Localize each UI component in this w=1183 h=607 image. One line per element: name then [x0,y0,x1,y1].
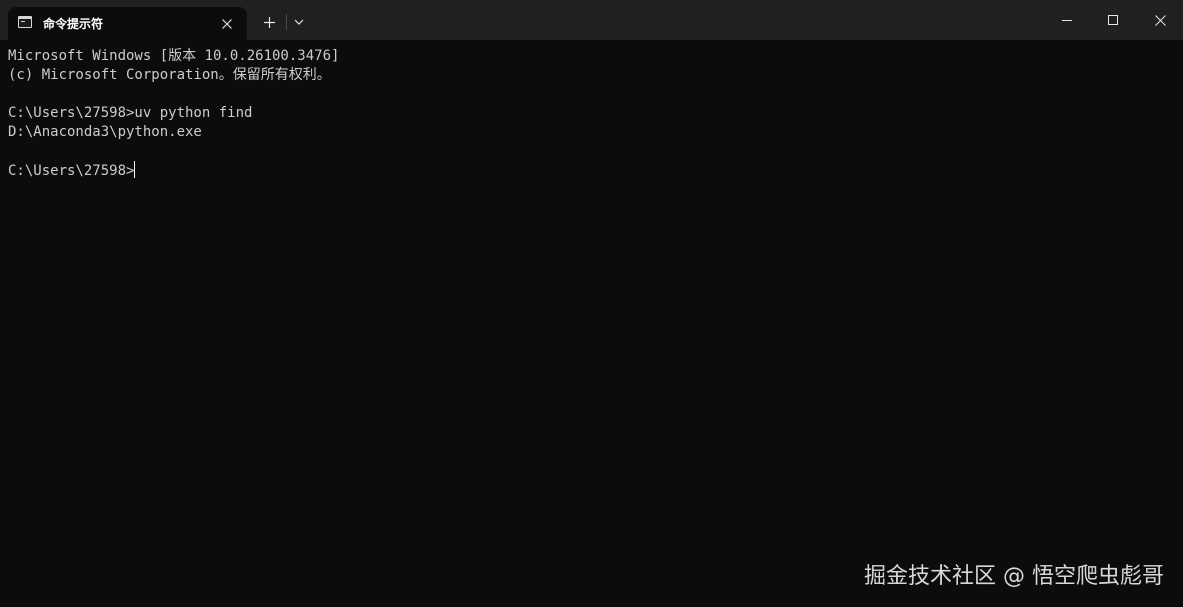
plus-icon [263,17,275,28]
tab-separator [286,14,287,30]
chevron-down-icon [294,19,304,25]
terminal-line: Microsoft Windows [版本 10.0.26100.3476] [8,48,340,64]
window-close-button[interactable] [1137,0,1183,40]
watermark: 掘金技术社区 @ 悟空爬虫彪哥 [864,564,1164,589]
tab-close-button[interactable] [216,13,238,35]
terminal-prompt-line[interactable]: C:\Users\27598> [8,161,1168,180]
new-tab-button[interactable] [257,10,281,34]
terminal-window: 命令提示符 Microsoft Windows [版本 10.0.26100.3… [0,0,1183,607]
cmd-terminal-icon [18,16,32,28]
maximize-icon [1108,15,1118,25]
close-icon [222,19,232,29]
tab-title: 命令提示符 [43,17,104,31]
terminal-line: C:\Users\27598>uv python find [8,105,253,121]
terminal-line: (c) Microsoft Corporation。保留所有权利。 [8,67,331,83]
minimize-icon [1062,20,1072,21]
text-cursor [134,161,136,178]
terminal-line: D:\Anaconda3\python.exe [8,124,202,140]
terminal-prompt: C:\Users\27598> [8,163,135,179]
terminal-output[interactable]: Microsoft Windows [版本 10.0.26100.3476] (… [8,47,1168,180]
title-bar[interactable]: 命令提示符 [0,0,1183,40]
close-icon [1154,14,1166,26]
tab-command-prompt[interactable]: 命令提示符 [8,7,247,40]
minimize-button[interactable] [1044,0,1090,40]
maximize-button[interactable] [1090,0,1136,40]
tab-dropdown-button[interactable] [289,10,309,34]
